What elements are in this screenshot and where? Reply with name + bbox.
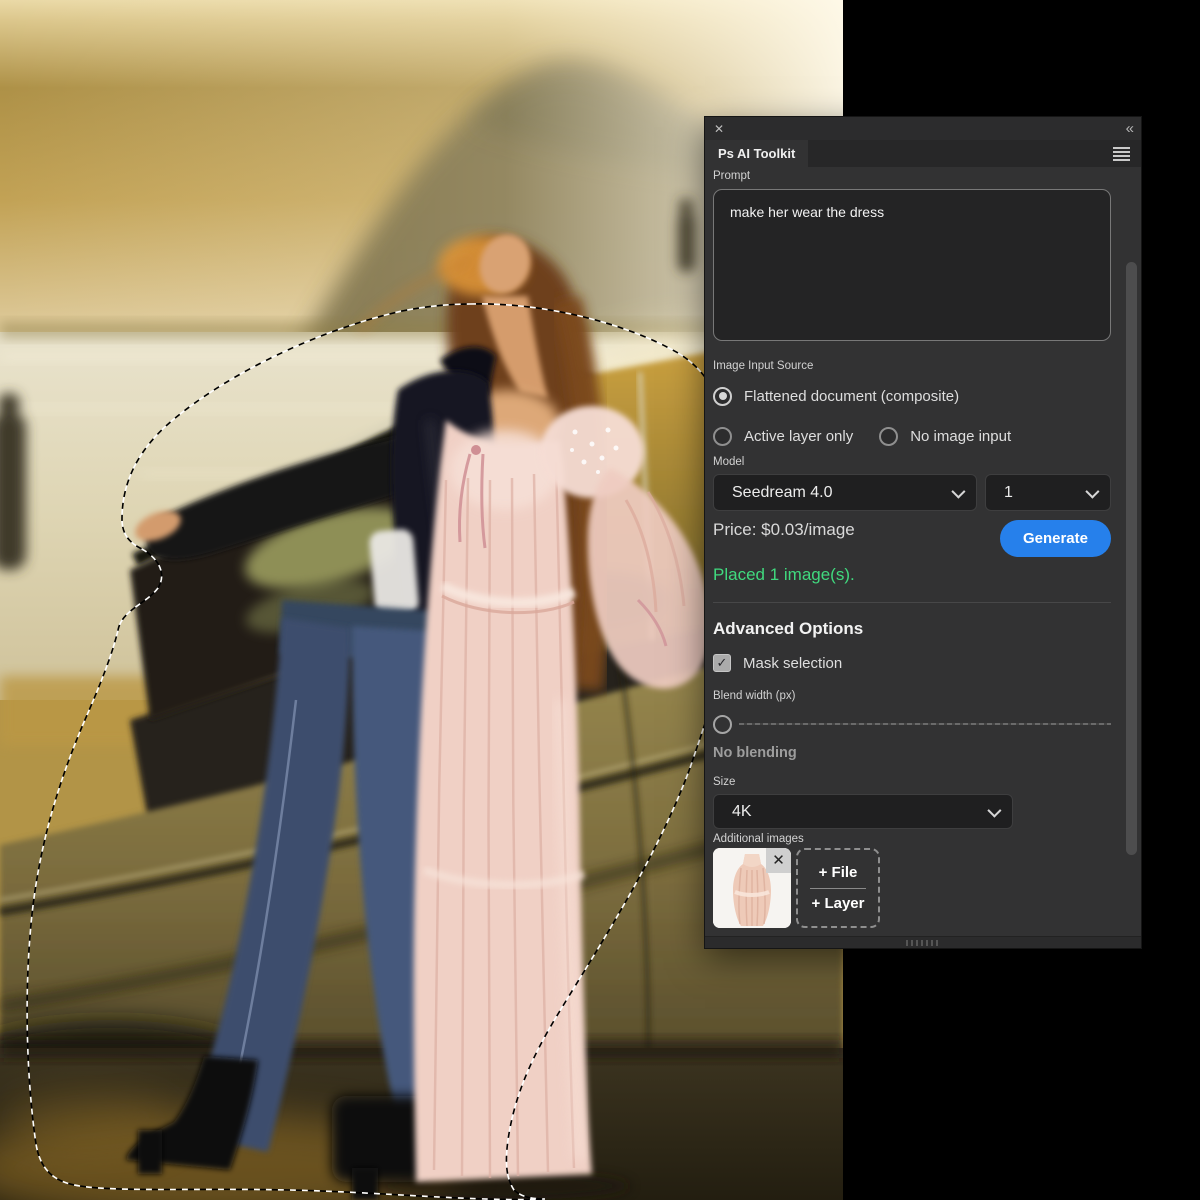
status-message: Placed 1 image(s). bbox=[713, 565, 1111, 585]
photoshop-workspace: ✕ « Ps AI Toolkit Prompt make her wear t… bbox=[0, 0, 1200, 1200]
panel-header: ✕ « bbox=[705, 117, 1141, 140]
slider-track[interactable] bbox=[739, 723, 1111, 725]
tab-ps-ai-toolkit[interactable]: Ps AI Toolkit bbox=[705, 140, 808, 167]
panel-menu-icon[interactable] bbox=[1102, 140, 1141, 167]
chevron-down-icon bbox=[987, 803, 1001, 817]
model-dropdown-value: Seedream 4.0 bbox=[732, 484, 833, 502]
panel-tab-row: Ps AI Toolkit bbox=[705, 140, 1141, 167]
generate-button[interactable]: Generate bbox=[1000, 520, 1111, 557]
prompt-input[interactable]: make her wear the dress bbox=[713, 189, 1111, 341]
panel-footer bbox=[705, 936, 1141, 948]
additional-images-row: ✕ + File + Layer bbox=[713, 848, 1111, 928]
remove-image-button[interactable]: ✕ bbox=[766, 848, 791, 873]
add-layer-button[interactable]: + Layer bbox=[798, 889, 878, 919]
ai-toolkit-panel: ✕ « Ps AI Toolkit Prompt make her wear t… bbox=[705, 117, 1141, 948]
radio-unselected-icon[interactable] bbox=[713, 427, 732, 446]
size-dropdown[interactable]: 4K bbox=[713, 794, 1013, 829]
add-image-box: + File + Layer bbox=[796, 848, 880, 928]
radio-unselected-icon[interactable] bbox=[879, 427, 898, 446]
close-icon[interactable]: ✕ bbox=[714, 123, 724, 135]
model-select-row: Seedream 4.0 1 bbox=[713, 474, 1111, 511]
checkbox-checked-icon[interactable]: ✓ bbox=[713, 654, 731, 672]
panel-body: Prompt make her wear the dress Image Inp… bbox=[705, 167, 1141, 928]
advanced-options-heading: Advanced Options bbox=[713, 618, 1111, 640]
chevron-down-icon bbox=[951, 484, 965, 498]
radio-label[interactable]: Active layer only bbox=[744, 428, 853, 445]
panel-scrollbar[interactable] bbox=[1126, 262, 1137, 855]
image-count-dropdown[interactable]: 1 bbox=[985, 474, 1111, 511]
additional-image-thumbnail[interactable]: ✕ bbox=[713, 848, 791, 928]
chevron-down-icon bbox=[1085, 484, 1099, 498]
blend-width-label: Blend width (px) bbox=[713, 690, 1111, 703]
size-dropdown-value: 4K bbox=[732, 803, 752, 821]
collapse-panel-icon[interactable]: « bbox=[1126, 123, 1132, 135]
resize-grip[interactable] bbox=[906, 940, 940, 946]
radio-label: Flattened document (composite) bbox=[744, 388, 959, 405]
additional-images-label: Additional images bbox=[713, 833, 1111, 846]
size-label: Size bbox=[713, 776, 1111, 789]
price-row: Price: $0.03/image Generate bbox=[713, 518, 1111, 560]
prompt-label: Prompt bbox=[713, 170, 1111, 183]
slider-thumb[interactable] bbox=[713, 715, 732, 734]
image-input-source-label: Image Input Source bbox=[713, 360, 1111, 373]
model-dropdown[interactable]: Seedream 4.0 bbox=[713, 474, 977, 511]
image-count-value: 1 bbox=[1004, 484, 1013, 502]
section-divider bbox=[713, 602, 1111, 603]
radio-label[interactable]: No image input bbox=[910, 428, 1011, 445]
blend-width-slider[interactable] bbox=[713, 714, 1111, 734]
model-label: Model bbox=[713, 456, 1111, 469]
radio-option-flattened[interactable]: Flattened document (composite) bbox=[713, 386, 1111, 406]
add-file-button[interactable]: + File bbox=[798, 858, 878, 888]
radio-selected-icon[interactable] bbox=[713, 387, 732, 406]
radio-option-row: Active layer only No image input bbox=[713, 426, 1111, 446]
mask-selection-row[interactable]: ✓ Mask selection bbox=[713, 653, 1111, 673]
mask-selection-label: Mask selection bbox=[743, 655, 842, 672]
blend-status-text: No blending bbox=[713, 745, 1111, 761]
